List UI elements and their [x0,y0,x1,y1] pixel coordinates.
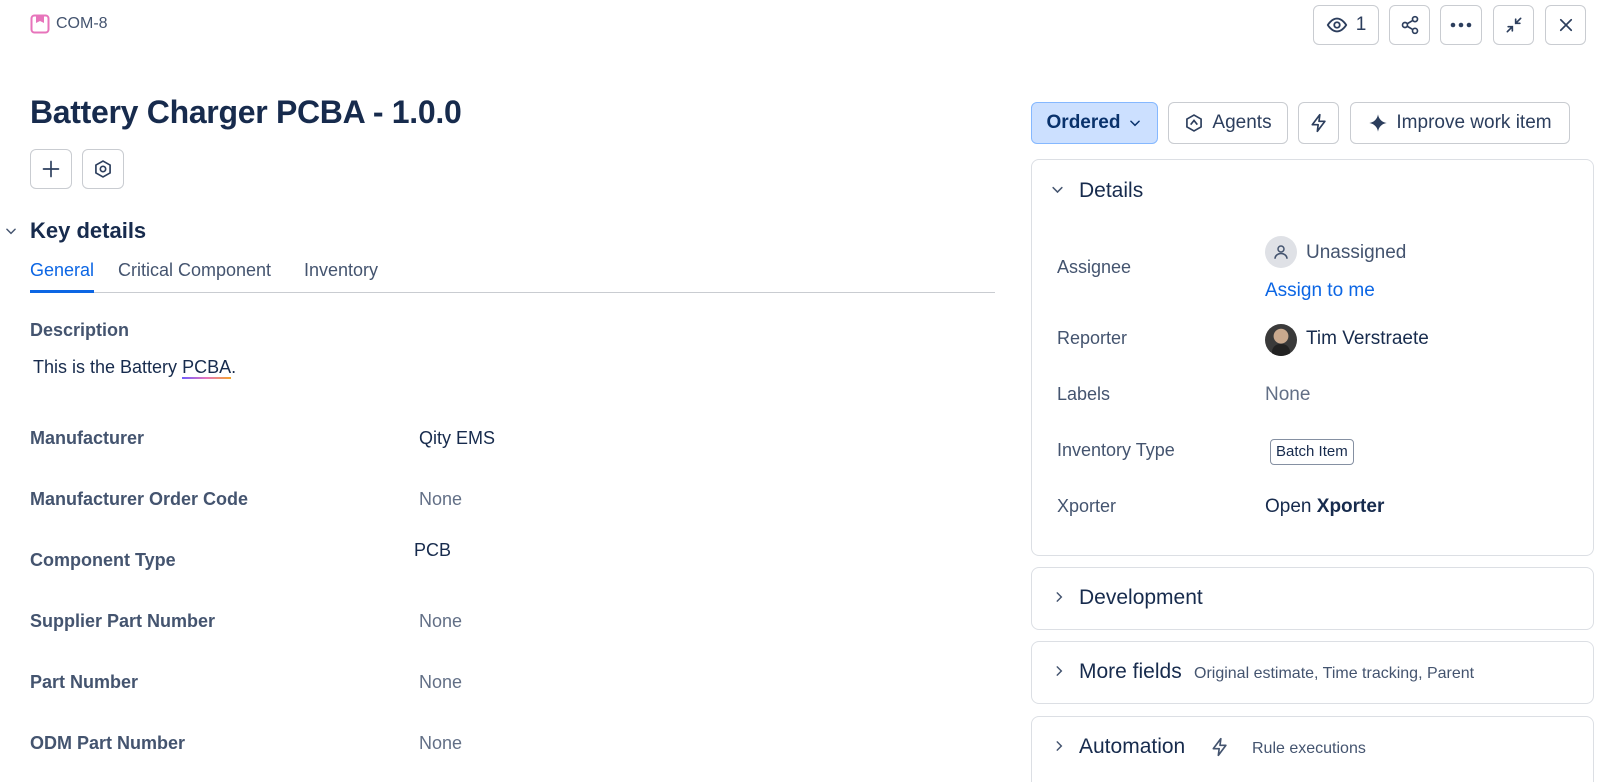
agents-label: Agents [1212,112,1272,133]
reporter-value[interactable]: Tim Verstraete [1306,328,1429,350]
improve-work-item-button[interactable]: Improve work item [1350,102,1570,144]
chevron-right-icon [1052,664,1066,678]
manufacturer-order-code-value[interactable]: None [419,489,462,510]
agents-icon [1184,113,1204,133]
odm-part-number-label: ODM Part Number [30,733,186,753]
xporter-open-text: Open [1265,496,1312,517]
lightning-icon [1309,113,1329,133]
more-fields-title: More fields [1079,660,1182,683]
automation-quick-button[interactable] [1298,102,1339,144]
description-text[interactable]: This is the Battery PCBA. [33,357,237,379]
status-dropdown[interactable]: Ordered [1031,102,1158,144]
chevron-down-icon [1128,116,1142,130]
component-issue-type-icon [30,14,50,34]
description-highlight: PCBA [182,357,232,379]
tab-label: Inventory [304,260,379,280]
key-details-heading: Key details [30,218,147,243]
open-xporter-link[interactable]: Open Xporter [1265,496,1384,518]
automation-subtitle: Rule executions [1252,740,1366,757]
close-button[interactable] [1545,5,1586,45]
more-fields-panel[interactable]: More fields Original estimate, Time trac… [1031,641,1594,704]
status-label: Ordered [1046,112,1121,133]
more-actions-button[interactable] [1440,5,1482,45]
development-title: Development [1079,586,1203,609]
inventory-type-label: Inventory Type [1057,440,1175,460]
share-icon [1400,15,1420,35]
work-item-title[interactable]: Battery Charger PCBA - 1.0.0 [30,94,462,131]
part-number-label: Part Number [30,672,139,692]
details-collapse-icon[interactable] [1050,182,1065,197]
chevron-right-icon [1052,739,1066,753]
automation-title: Automation [1079,735,1186,758]
assign-to-me-link[interactable]: Assign to me [1265,280,1375,302]
assignee-label: Assignee [1057,257,1132,277]
manufacturer-value[interactable]: Qity EMS [419,428,495,449]
unassigned-avatar [1265,236,1297,268]
xporter-label: Xporter [1057,496,1117,516]
odm-part-number-value[interactable]: None [419,733,462,754]
reporter-avatar [1265,324,1297,356]
close-icon [1557,16,1575,34]
chevron-right-icon [1052,590,1066,604]
part-number-value[interactable]: None [419,672,462,693]
inventory-type-badge[interactable]: Batch Item [1270,439,1354,465]
supplier-part-number-value[interactable]: None [419,611,462,632]
tab-label: General [30,260,95,280]
description-suffix: . [231,357,237,377]
tab-bar: General Critical Component Inventory [30,260,995,293]
development-panel[interactable]: Development [1031,567,1594,630]
component-type-value[interactable]: PCB [414,540,451,561]
component-type-label: Component Type [30,550,176,570]
eye-icon [1326,14,1348,36]
plus-icon [41,159,61,179]
watch-count: 1 [1355,14,1367,35]
details-title[interactable]: Details [1079,179,1143,203]
issue-key: COM-8 [56,15,108,32]
minimize-button[interactable] [1493,5,1534,45]
improve-label: Improve work item [1396,112,1552,133]
assignee-value[interactable]: Unassigned [1306,242,1406,264]
manufacturer-label: Manufacturer [30,428,145,448]
xporter-name: Xporter [1316,496,1385,517]
collapse-arrows-icon [1504,15,1524,35]
sparkle-icon [1368,113,1388,133]
share-button[interactable] [1389,5,1430,45]
tab-inventory[interactable]: Inventory [304,260,378,281]
tab-critical-component[interactable]: Critical Component [118,260,271,281]
tab-label: Critical Component [118,260,272,280]
labels-label: Labels [1057,384,1111,404]
labels-value[interactable]: None [1265,384,1310,406]
lightning-icon [1210,737,1230,757]
issue-key-breadcrumb[interactable]: COM-8 [30,14,108,34]
key-details-collapse-icon[interactable] [4,224,18,238]
person-icon [1272,243,1290,261]
watch-button[interactable]: 1 [1313,5,1379,45]
tab-general[interactable]: General [30,260,95,293]
apps-button[interactable] [82,149,124,189]
add-button[interactable] [30,149,72,189]
automation-panel[interactable]: Automation Rule executions [1031,716,1594,782]
hexagon-gear-icon [93,159,113,179]
description-prefix: This is the Battery [33,357,183,377]
agents-button[interactable]: Agents [1168,102,1288,144]
description-label: Description [30,320,130,340]
more-horizontal-icon [1450,22,1472,28]
more-fields-subtitle: Original estimate, Time tracking, Parent [1194,665,1475,682]
supplier-part-number-label: Supplier Part Number [30,611,216,631]
reporter-label: Reporter [1057,328,1128,348]
manufacturer-order-code-label: Manufacturer Order Code [30,489,249,509]
